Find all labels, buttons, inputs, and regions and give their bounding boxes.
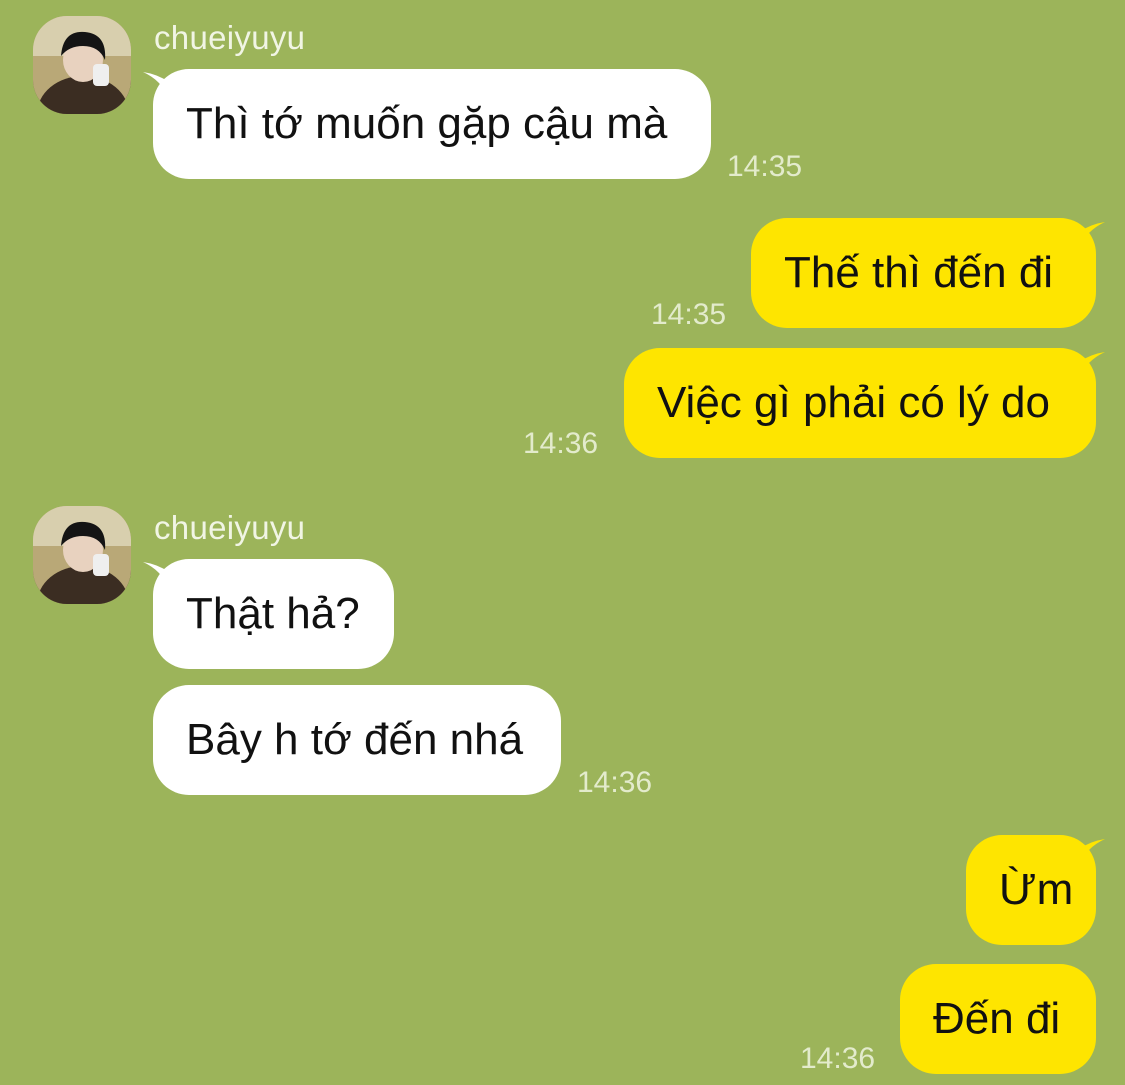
message-bubble-incoming[interactable]: Thì tớ muốn gặp cậu mà [153,69,711,179]
message-bubble-incoming[interactable]: Bây h tớ đến nhá [153,685,561,795]
bubble-tail [1079,839,1105,865]
profile-photo-icon [33,16,131,114]
bubble-tail [1079,222,1105,248]
sender-name: chueiyuyu [154,509,306,546]
message-bubble-outgoing[interactable]: Việc gì phải có lý do [624,348,1096,458]
message-time: 14:35 [651,298,727,331]
message-bubble-outgoing[interactable]: Thế thì đến đi [751,218,1096,328]
profile-photo-icon [33,506,131,604]
message-time: 14:35 [727,150,803,183]
message-time: 14:36 [523,427,599,460]
message-bubble-incoming[interactable]: Thật hả? [153,559,394,669]
message-time: 14:36 [800,1042,876,1075]
bubble-tail [1079,352,1105,378]
message-time: 14:36 [577,766,653,799]
message-bubble-outgoing[interactable]: Đến đi [900,964,1096,1074]
contact-avatar[interactable] [33,506,131,604]
sender-name: chueiyuyu [154,19,306,56]
message-bubble-outgoing[interactable]: Ừm [966,835,1096,945]
contact-avatar[interactable] [33,16,131,114]
